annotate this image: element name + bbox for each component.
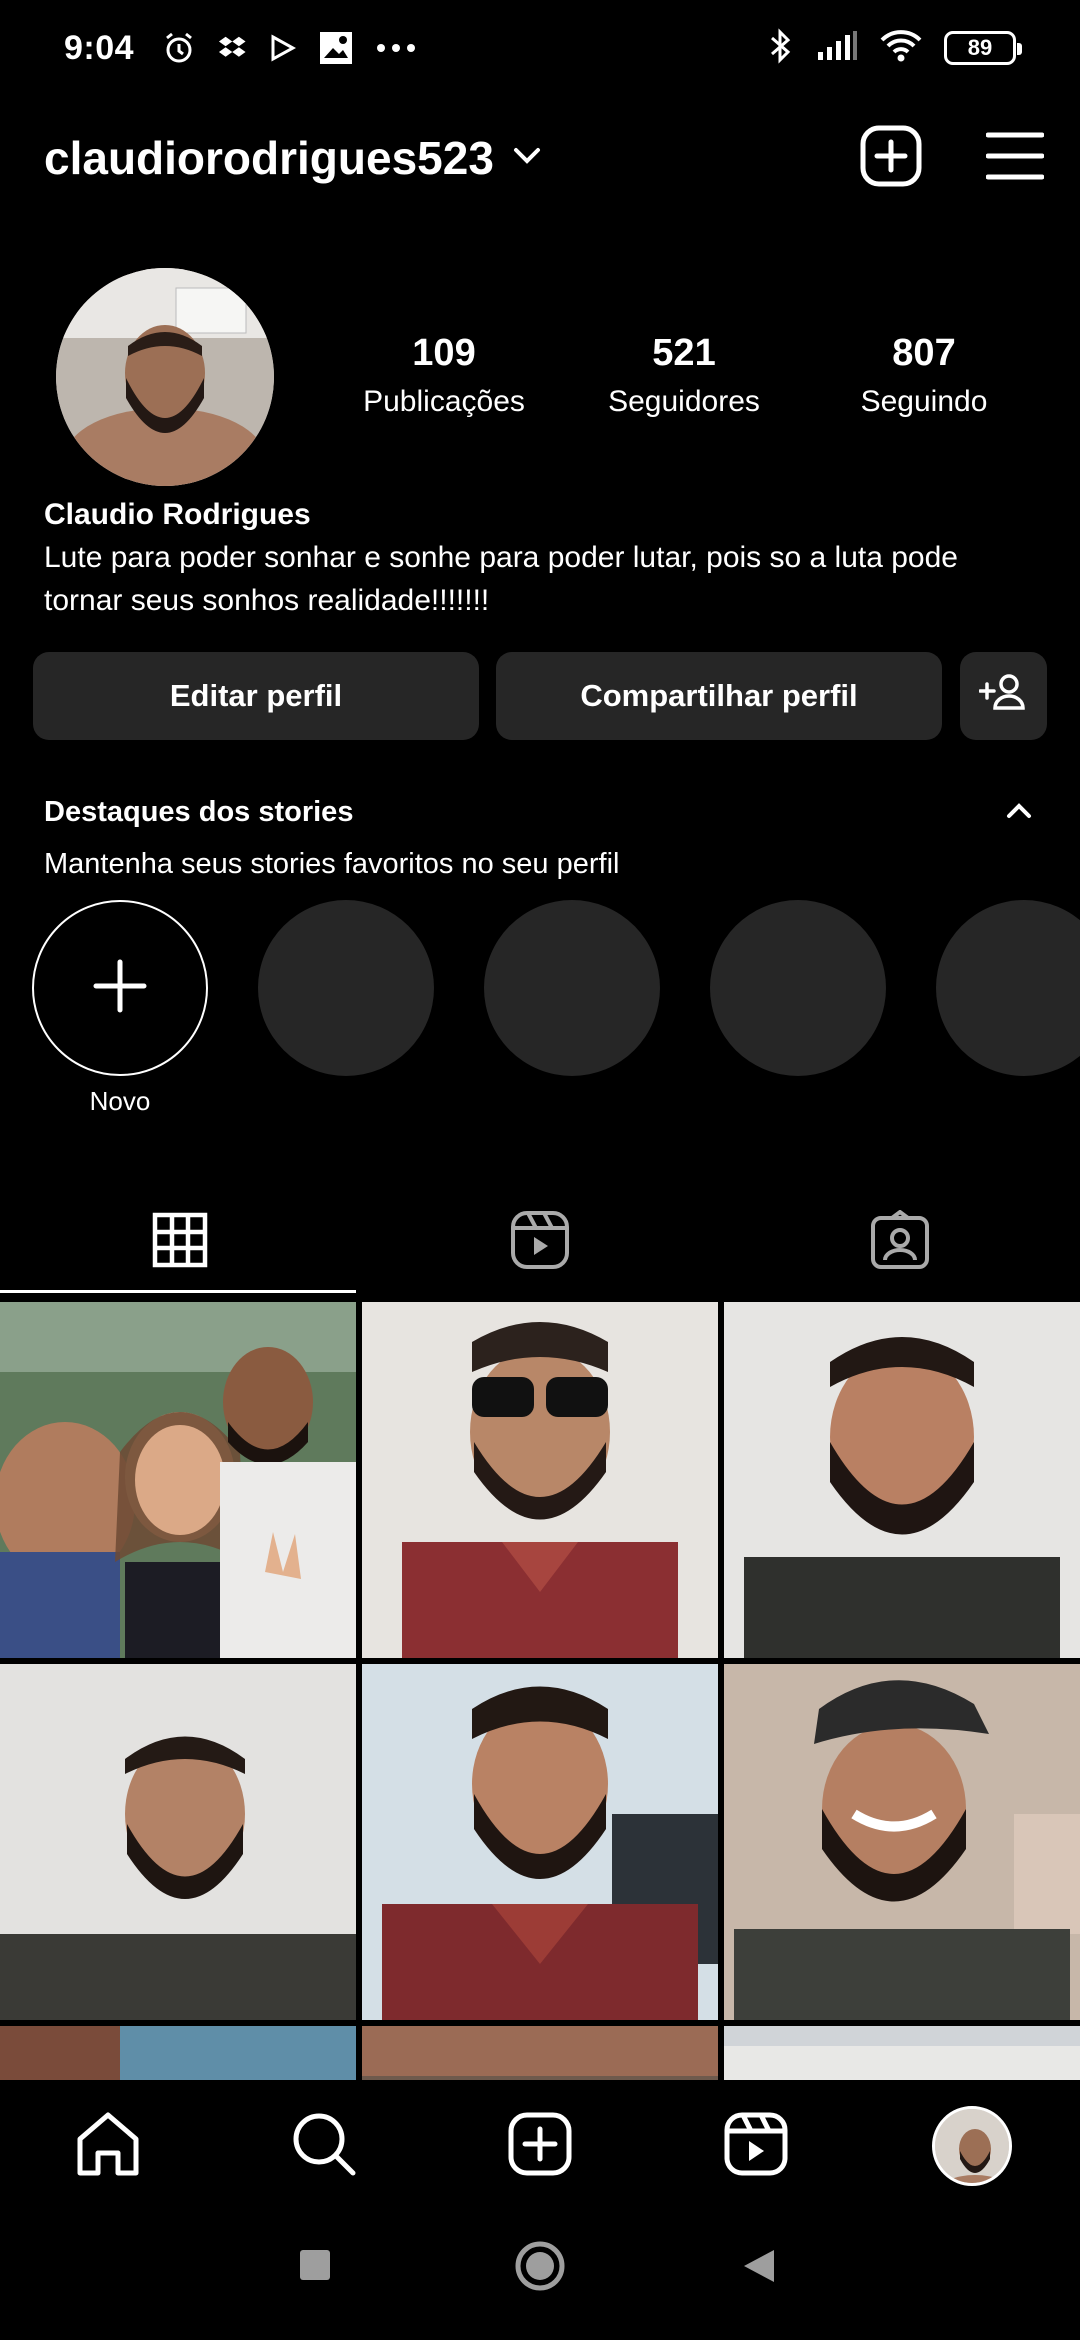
post-thumbnail[interactable] — [362, 1302, 718, 1658]
post-thumbnail[interactable] — [724, 1664, 1080, 2020]
search-icon — [291, 2111, 357, 2182]
post-thumbnail[interactable] — [362, 2026, 718, 2082]
header-actions — [860, 125, 1045, 192]
grid-icon — [152, 1212, 208, 1273]
chevron-down-icon[interactable] — [512, 146, 542, 171]
nav-search[interactable] — [284, 2106, 364, 2186]
edit-profile-button[interactable]: Editar perfil — [33, 652, 479, 740]
tab-reels[interactable] — [360, 1190, 720, 1294]
battery-indicator: 89 — [944, 31, 1022, 65]
play-icon — [270, 34, 297, 62]
nav-reels[interactable] — [716, 2106, 796, 2186]
profile-name: Claudio Rodrigues — [44, 498, 311, 531]
highlight-placeholder — [710, 900, 886, 1076]
more-icon — [376, 43, 416, 53]
reels-icon — [510, 1210, 570, 1275]
profile-avatar[interactable] — [56, 268, 274, 486]
stat-followers-value: 521 — [652, 332, 716, 374]
status-icons-left — [162, 30, 416, 66]
dropbox-icon — [218, 33, 248, 63]
signal-icon — [816, 30, 858, 67]
post-thumbnail[interactable] — [362, 1664, 718, 2020]
image-icon — [318, 30, 354, 66]
create-post-icon[interactable] — [860, 125, 922, 192]
stat-followers[interactable]: 521 Seguidores — [594, 332, 774, 419]
reels-icon — [724, 2112, 788, 2181]
highlights-subtitle: Mantenha seus stories favoritos no seu p… — [44, 848, 620, 880]
status-bar: 9:04 89 — [0, 0, 1080, 96]
nav-create[interactable] — [500, 2106, 580, 2186]
posts-grid — [0, 1302, 1080, 2082]
profile-header: claudiorodrigues523 — [44, 120, 1045, 196]
recents-button[interactable] — [298, 2248, 332, 2287]
wifi-icon — [880, 29, 922, 68]
plus-icon — [92, 958, 148, 1019]
post-thumbnail[interactable] — [0, 1302, 356, 1658]
bluetooth-icon — [768, 27, 794, 69]
share-profile-button[interactable]: Compartilhar perfil — [496, 652, 942, 740]
battery-level: 89 — [967, 35, 993, 60]
highlight-placeholder — [484, 900, 660, 1076]
stat-posts-value: 109 — [412, 332, 476, 374]
new-highlight-label: Novo — [89, 1086, 151, 1116]
tab-tagged[interactable] — [720, 1190, 1080, 1294]
highlight-placeholder — [936, 900, 1080, 1076]
status-icons-right: 89 — [768, 27, 1022, 69]
stat-following[interactable]: 807 Seguindo — [834, 332, 1014, 419]
status-time: 9:04 — [64, 28, 135, 67]
profile-bio: Lute para poder sonhar e sonhe para pode… — [44, 541, 958, 617]
post-thumbnail[interactable] — [0, 1664, 356, 2020]
post-thumbnail[interactable] — [724, 2026, 1080, 2082]
menu-icon[interactable] — [985, 131, 1045, 186]
discover-people-button[interactable] — [960, 652, 1047, 740]
chevron-up-icon[interactable] — [1004, 796, 1034, 831]
tab-posts-grid[interactable] — [0, 1190, 360, 1294]
new-highlight-button[interactable] — [32, 900, 208, 1076]
create-icon — [508, 2112, 572, 2181]
stat-followers-label: Seguidores — [608, 385, 760, 418]
alarm-icon — [162, 31, 196, 65]
add-person-icon — [977, 672, 1029, 720]
nav-profile[interactable] — [932, 2106, 1012, 2186]
profile-avatar — [932, 2106, 1012, 2186]
tagged-icon — [870, 1209, 930, 1275]
post-thumbnail[interactable] — [0, 2026, 356, 2082]
system-navigation — [0, 2210, 1080, 2340]
post-thumbnail[interactable] — [724, 1302, 1080, 1658]
stat-following-label: Seguindo — [860, 385, 988, 418]
highlights-title: Destaques dos stories — [44, 796, 354, 828]
highlight-placeholder — [258, 900, 434, 1076]
home-icon — [74, 2111, 142, 2182]
nav-home[interactable] — [68, 2106, 148, 2186]
bottom-navigation — [0, 2080, 1080, 2210]
username-switcher[interactable]: claudiorodrigues523 — [44, 131, 494, 185]
home-button[interactable] — [514, 2240, 566, 2297]
stat-following-value: 807 — [892, 332, 956, 374]
back-button[interactable] — [742, 2248, 776, 2289]
stat-posts[interactable]: 109 Publicações — [354, 332, 534, 419]
stat-posts-label: Publicações — [363, 385, 525, 418]
active-tab-indicator — [0, 1290, 356, 1293]
